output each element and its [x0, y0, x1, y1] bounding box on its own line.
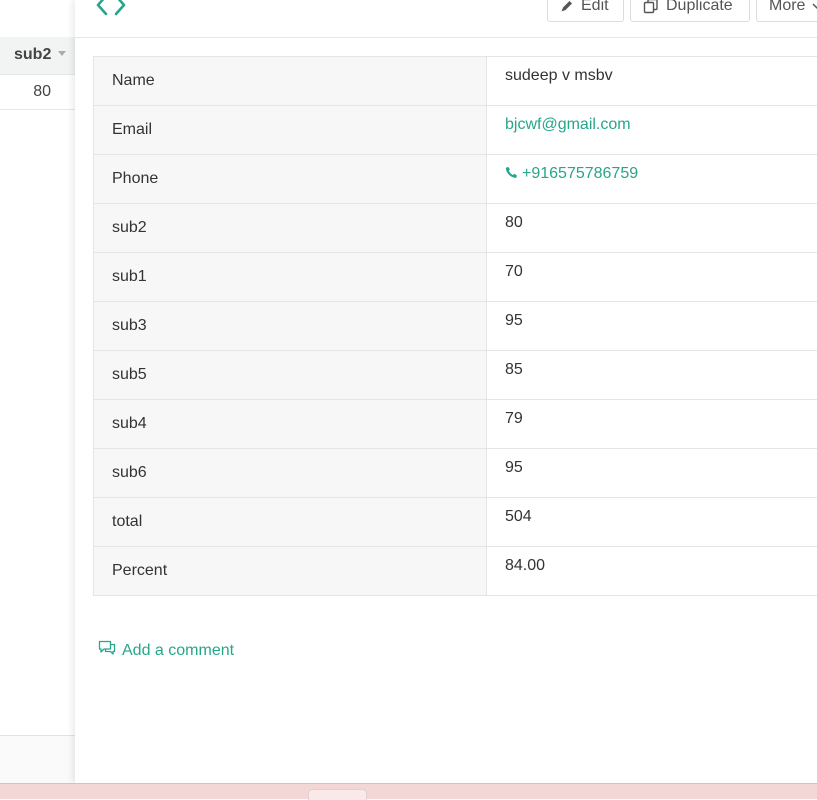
table-row: sub3 95 — [94, 302, 817, 351]
field-value-sub5[interactable]: 85 — [487, 351, 817, 400]
panel-header: Edit Duplicate More — [75, 0, 817, 38]
field-label-sub6: sub6 — [94, 449, 487, 498]
record-detail-panel: Edit Duplicate More Name sude — [75, 0, 817, 783]
table-row: sub5 85 — [94, 351, 817, 400]
more-button-label: More — [769, 0, 805, 15]
phone-icon — [505, 166, 518, 184]
table-row[interactable]: 80 — [0, 75, 75, 110]
add-comment-label: Add a comment — [122, 642, 234, 660]
taskbar — [0, 783, 817, 799]
field-value-sub4[interactable]: 79 — [487, 400, 817, 449]
field-label-total: total — [94, 498, 487, 547]
field-label-sub5: sub5 — [94, 351, 487, 400]
record-fields-table: Name sudeep v msbv Email bjcwf@gmail.com… — [93, 56, 817, 596]
table-row: Name sudeep v msbv — [94, 57, 817, 106]
field-label-sub1: sub1 — [94, 253, 487, 302]
email-link[interactable]: bjcwf@gmail.com — [505, 116, 631, 133]
table-row: Phone +916575786759 — [94, 155, 817, 204]
sub2-cell-value: 80 — [33, 83, 51, 101]
field-label-percent: Percent — [94, 547, 487, 596]
code-icon[interactable] — [95, 0, 127, 16]
field-label-sub4: sub4 — [94, 400, 487, 449]
table-row: sub4 79 — [94, 400, 817, 449]
field-value-total[interactable]: 504 — [487, 498, 817, 547]
field-label-phone: Phone — [94, 155, 487, 204]
table-row: sub2 80 — [94, 204, 817, 253]
table-row: total 504 — [94, 498, 817, 547]
taskbar-item[interactable] — [308, 789, 367, 800]
table-row: Percent 84.00 — [94, 547, 817, 596]
sub2-column-header-label: sub2 — [14, 46, 51, 64]
field-label-sub2: sub2 — [94, 204, 487, 253]
field-value-sub2[interactable]: 80 — [487, 204, 817, 253]
field-label-email: Email — [94, 106, 487, 155]
field-value-sub1[interactable]: 70 — [487, 253, 817, 302]
table-row: sub1 70 — [94, 253, 817, 302]
phone-link[interactable]: +916575786759 — [522, 165, 638, 182]
field-value-email[interactable]: bjcwf@gmail.com — [487, 106, 817, 155]
sheet-footer — [0, 736, 75, 783]
chevron-down-icon — [812, 2, 817, 10]
field-value-phone[interactable]: +916575786759 — [487, 155, 817, 204]
edit-button[interactable]: Edit — [547, 0, 624, 22]
background-spreadsheet: sub2 80 — [0, 0, 75, 783]
field-value-sub6[interactable]: 95 — [487, 449, 817, 498]
field-label-name: Name — [94, 57, 487, 106]
field-label-sub3: sub3 — [94, 302, 487, 351]
duplicate-button[interactable]: Duplicate — [630, 0, 750, 22]
pencil-icon — [560, 0, 574, 13]
add-comment-link[interactable]: Add a comment — [98, 640, 234, 661]
edit-button-label: Edit — [581, 0, 609, 15]
table-row: Email bjcwf@gmail.com — [94, 106, 817, 155]
field-value-percent[interactable]: 84.00 — [487, 547, 817, 596]
sort-down-icon[interactable] — [58, 51, 66, 56]
field-value-sub3[interactable]: 95 — [487, 302, 817, 351]
duplicate-icon — [643, 0, 659, 14]
duplicate-button-label: Duplicate — [666, 0, 733, 15]
table-row: sub6 95 — [94, 449, 817, 498]
more-button[interactable]: More — [756, 0, 817, 22]
comment-icon — [98, 640, 116, 661]
field-value-name[interactable]: sudeep v msbv — [487, 57, 817, 106]
